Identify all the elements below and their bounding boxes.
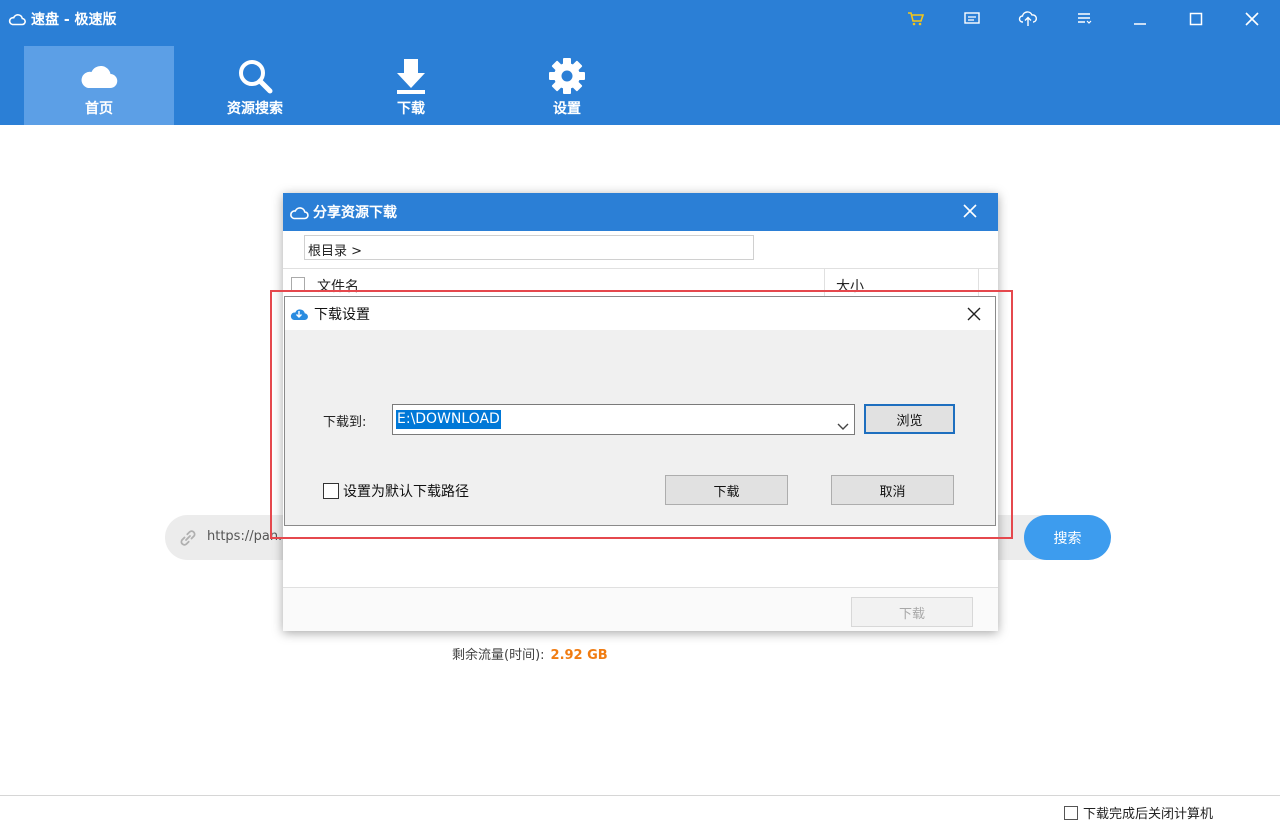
- tab-home-label: 首页: [85, 101, 113, 117]
- share-dialog-header: 分享资源下载: [283, 193, 998, 231]
- cancel-button[interactable]: 取消: [831, 475, 954, 505]
- download-path-value: E:\DOWNLOAD: [396, 410, 501, 429]
- minimize-icon[interactable]: [1112, 0, 1168, 38]
- cloud-icon: [289, 205, 309, 220]
- set-default-path-checkbox[interactable]: [323, 483, 339, 499]
- column-divider: [824, 269, 825, 299]
- share-dialog-title: 分享资源下载: [313, 205, 397, 221]
- cloud-logo-icon: [8, 12, 26, 26]
- link-icon: [177, 527, 199, 553]
- top-bar: 速盘 - 极速版 首页 资源搜索 下载 设置: [0, 0, 1280, 125]
- cart-icon[interactable]: [888, 0, 944, 38]
- tab-settings-label: 设置: [553, 101, 581, 117]
- remaining-quota: 剩余流量(时间): 2.92 GB: [452, 644, 608, 663]
- nav-tabs: 首页 资源搜索 下载 设置: [24, 46, 648, 125]
- gear-icon: [548, 56, 586, 96]
- download-button[interactable]: 下载: [665, 475, 788, 505]
- search-icon: [236, 56, 274, 96]
- app-title-text: 速盘 - 极速版: [31, 12, 117, 28]
- menu-icon[interactable]: [1056, 0, 1112, 38]
- browse-button[interactable]: 浏览: [864, 404, 955, 434]
- upload-cloud-icon[interactable]: [1000, 0, 1056, 38]
- download-path-label: 下载到:: [323, 415, 367, 430]
- download-settings-header: 下载设置: [285, 297, 995, 330]
- cloud-icon: [79, 56, 119, 96]
- tab-download[interactable]: 下载: [336, 46, 486, 125]
- link-input-value: https://pan...: [207, 529, 291, 544]
- share-dialog-close-icon[interactable]: [962, 203, 978, 223]
- file-table-header: 文件名 大小: [283, 268, 998, 299]
- download-settings-close-icon[interactable]: [967, 307, 981, 325]
- download-settings-dialog: 下载设置 下载到: E:\DOWNLOAD 浏览 设置为默认下载路径 下载 取消: [284, 296, 996, 526]
- download-path-combobox[interactable]: E:\DOWNLOAD: [392, 404, 855, 435]
- download-icon: [395, 56, 427, 96]
- column-size[interactable]: 大小: [836, 276, 864, 296]
- auto-shutdown-option[interactable]: 下载完成后关闭计算机: [1064, 803, 1213, 822]
- window-controls: [888, 0, 1280, 38]
- maximize-icon[interactable]: [1168, 0, 1224, 38]
- quota-label: 剩余流量(时间):: [452, 648, 545, 663]
- tab-resource-search[interactable]: 资源搜索: [180, 46, 330, 125]
- download-settings-title: 下载设置: [314, 306, 370, 323]
- breadcrumb[interactable]: 根目录 >: [304, 235, 754, 260]
- column-divider: [978, 269, 979, 299]
- column-filename[interactable]: 文件名: [317, 276, 359, 296]
- tab-download-label: 下载: [397, 101, 425, 117]
- cloud-download-icon: [289, 306, 309, 321]
- share-download-button[interactable]: 下载: [851, 597, 973, 627]
- message-icon[interactable]: [944, 0, 1000, 38]
- share-dialog-footer: 下载: [283, 587, 998, 631]
- app-window: 速盘 - 极速版 首页 资源搜索 下载 设置 https://pan... 搜索…: [0, 0, 1280, 825]
- chevron-down-icon[interactable]: [837, 416, 849, 435]
- set-default-path-label: 设置为默认下载路径: [343, 484, 469, 500]
- auto-shutdown-label: 下载完成后关闭计算机: [1083, 807, 1214, 822]
- tab-home[interactable]: 首页: [24, 46, 174, 125]
- status-footer: 下载完成后关闭计算机: [0, 795, 1280, 825]
- select-all-checkbox[interactable]: [291, 277, 305, 291]
- search-button[interactable]: 搜索: [1024, 515, 1111, 560]
- tab-resource-search-label: 资源搜索: [227, 101, 283, 117]
- auto-shutdown-checkbox[interactable]: [1064, 805, 1078, 820]
- tab-settings[interactable]: 设置: [492, 46, 642, 125]
- quota-value: 2.92 GB: [550, 648, 608, 663]
- app-title: 速盘 - 极速版: [8, 9, 117, 29]
- close-icon[interactable]: [1224, 0, 1280, 38]
- set-default-path-option[interactable]: 设置为默认下载路径: [323, 481, 469, 501]
